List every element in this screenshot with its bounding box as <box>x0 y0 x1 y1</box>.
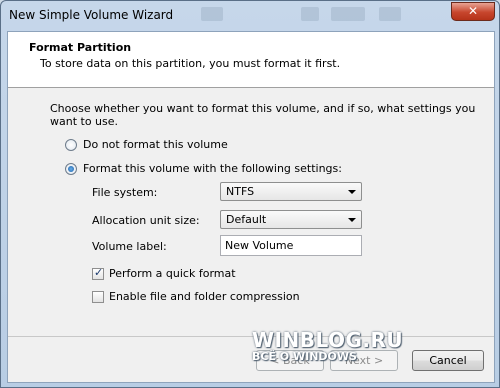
compression-checkbox[interactable] <box>92 290 104 303</box>
compression-label: Enable file and folder compression <box>109 290 300 303</box>
background-window-ghost <box>379 7 401 21</box>
volume-label-label: Volume label: <box>92 240 167 253</box>
volume-label-input[interactable]: New Volume <box>220 235 362 256</box>
background-window-ghost <box>301 7 319 21</box>
watermark-logo: WINBLOG.RU ВСЁ О WINDOWS <box>252 328 403 363</box>
dropdown-arrow-icon <box>348 218 356 222</box>
instructions-text: Choose whether you want to format this v… <box>50 102 476 128</box>
quick-format-checkbox[interactable] <box>92 266 104 280</box>
file-system-value: NTFS <box>226 185 255 198</box>
wizard-page: Format Partition To store data on this p… <box>7 31 495 383</box>
footer-divider <box>8 336 494 337</box>
cancel-button[interactable]: Cancel <box>412 350 484 371</box>
background-window-ghost <box>331 7 365 21</box>
file-system-label: File system: <box>92 186 158 199</box>
quick-format-option[interactable]: Perform a quick format <box>92 266 236 280</box>
wizard-window: New Simple Volume Wizard ✕ Format Partit… <box>0 0 500 388</box>
allocation-unit-select[interactable]: Default <box>220 210 362 229</box>
watermark-line1: WINBLOG.RU <box>252 328 404 352</box>
allocation-unit-value: Default <box>226 213 267 226</box>
page-subtitle: To store data on this partition, you mus… <box>40 57 341 70</box>
allocation-unit-label: Allocation unit size: <box>92 214 200 227</box>
background-window-ghost <box>201 7 223 21</box>
title-bar[interactable]: New Simple Volume Wizard ✕ <box>1 1 499 29</box>
close-button[interactable]: ✕ <box>451 2 495 21</box>
radio-label: Format this volume with the following se… <box>83 162 342 175</box>
window-title: New Simple Volume Wizard <box>9 8 174 22</box>
radio-do-not-format[interactable]: Do not format this volume <box>65 138 228 151</box>
quick-format-label: Perform a quick format <box>109 267 236 280</box>
radio-label: Do not format this volume <box>83 138 228 151</box>
compression-option[interactable]: Enable file and folder compression <box>92 290 300 303</box>
dropdown-arrow-icon <box>348 190 356 194</box>
page-title: Format Partition <box>29 41 132 54</box>
radio-button-on[interactable] <box>65 162 77 175</box>
radio-button-off[interactable] <box>65 138 77 151</box>
close-icon: ✕ <box>467 4 479 18</box>
radio-format-volume[interactable]: Format this volume with the following se… <box>65 162 342 175</box>
page-header: Format Partition To store data on this p… <box>8 32 494 88</box>
file-system-select[interactable]: NTFS <box>220 182 362 201</box>
